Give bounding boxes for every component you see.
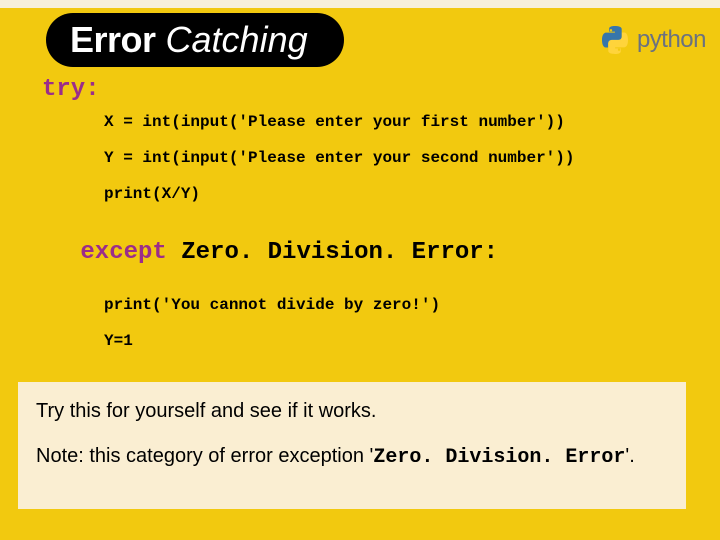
title-bold: Error [70, 19, 156, 60]
header-row: Error Catching python [46, 14, 706, 66]
note-p2c: '. [625, 445, 634, 467]
note-p2a: Note: this category of error exception ' [36, 445, 373, 467]
note-box: Try this for yourself and see if it work… [18, 382, 686, 509]
kw-except: except [80, 239, 181, 266]
top-bar [0, 0, 720, 8]
note-p2-mono: Zero. Division. Error [373, 446, 625, 469]
python-logo: python [599, 24, 706, 56]
code-content: try: X = int(input('Please enter your fi… [42, 76, 680, 360]
except-ident: Zero. Division. Error: [181, 239, 512, 266]
title-italic: Catching [156, 19, 308, 60]
note-p2: Note: this category of error exception '… [36, 443, 668, 471]
python-icon [599, 24, 631, 56]
title-pill: Error Catching [46, 13, 344, 67]
except-line: except Zero. Division. Error: [42, 221, 680, 284]
code-line-x: X = int(input('Please enter your first n… [42, 113, 680, 131]
note-p1: Try this for yourself and see if it work… [36, 398, 668, 425]
code-line-except-print: print('You cannot divide by zero!') [42, 296, 680, 314]
kw-try: try: [42, 76, 680, 103]
code-line-y1: Y=1 [42, 332, 680, 350]
python-logo-text: python [637, 26, 706, 54]
code-line-print: print(X/Y) [42, 185, 680, 203]
code-line-y: Y = int(input('Please enter your second … [42, 149, 680, 167]
